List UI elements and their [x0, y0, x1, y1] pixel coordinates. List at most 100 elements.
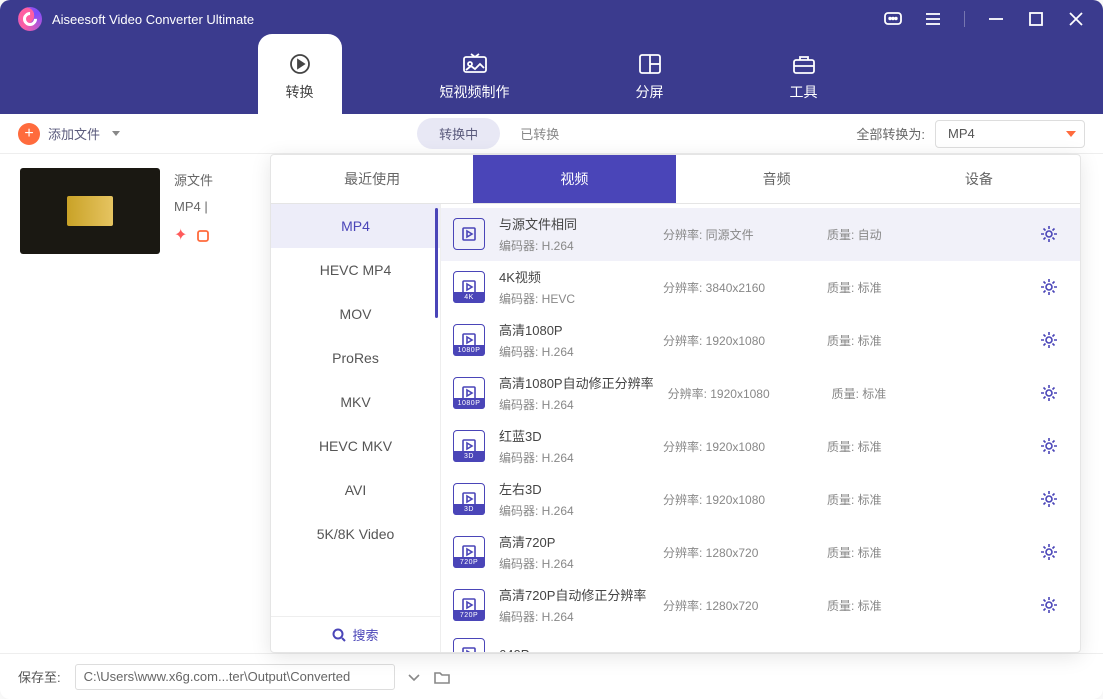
close-icon[interactable]	[1067, 10, 1085, 28]
gear-icon[interactable]	[1040, 278, 1058, 296]
format-item-hevc-mkv[interactable]: HEVC MKV	[271, 424, 440, 468]
gear-icon[interactable]	[1040, 331, 1058, 349]
preset-info: 与源文件相同编码器: H.264	[499, 214, 649, 254]
search-icon	[332, 628, 346, 642]
gear-icon[interactable]	[1040, 490, 1058, 508]
popup-tabs: 最近使用 视频 音频 设备	[271, 155, 1080, 204]
preset-row[interactable]: 1080P 高清1080P 编码器: H.264 分辨率: 1920x1080 质量: …	[441, 314, 1080, 367]
format-item-mov[interactable]: MOV	[271, 292, 440, 336]
preset-row[interactable]: 640P	[441, 632, 1080, 652]
format-item-prores[interactable]: ProRes	[271, 336, 440, 380]
preset-icon	[453, 218, 485, 250]
preset-icon: 4K	[453, 271, 485, 303]
tab-toolbox[interactable]: 工具	[762, 34, 846, 114]
tab-mv[interactable]: 短视频制作	[412, 34, 538, 114]
preset-icon: 1080P	[453, 377, 485, 409]
preset-quality: 质量: 标准	[827, 332, 917, 349]
preset-quality: 质量: 标准	[827, 491, 917, 508]
format-dropdown-value: MP4	[948, 126, 975, 141]
tab-convert[interactable]: 转换	[258, 34, 342, 114]
toolbar: + 添加文件 转换中 已转换 全部转换为: MP4	[0, 114, 1103, 154]
preset-icon: 720P	[453, 536, 485, 568]
feedback-icon[interactable]	[884, 10, 902, 28]
preset-resolution: 分辨率: 1920x1080	[663, 438, 813, 455]
preset-resolution: 分辨率: 1280x720	[663, 544, 813, 561]
preset-row[interactable]: 720P高清720P编码器: H.264分辨率: 1280x720质量: 标准	[441, 526, 1080, 579]
preset-info: 4K视频编码器: HEVC	[499, 267, 649, 307]
preset-encoder: 编码器: H.264	[499, 502, 649, 519]
preset-encoder: 编码器: H.264	[499, 343, 649, 360]
save-path-field[interactable]: C:\Users\www.x6g.com...ter\Output\Conver…	[75, 664, 395, 690]
star-icon[interactable]: ✦	[174, 220, 189, 252]
preset-row[interactable]: 4K 4K视频编码器: HEVC 分辨率: 3840x2160 质量: 标准	[441, 261, 1080, 314]
tab-collage[interactable]: 分屏	[608, 34, 692, 114]
preset-quality: 质量: 标准	[827, 279, 917, 296]
search-bar[interactable]: 搜索	[271, 616, 440, 652]
preset-resolution: 分辨率: 3840x2160	[663, 279, 813, 296]
gear-icon[interactable]	[1040, 596, 1058, 614]
chevron-down-icon	[112, 131, 120, 136]
preset-icon: 1080P	[453, 324, 485, 356]
format-list[interactable]: MP4 HEVC MP4 MOV ProRes MKV HEVC MKV AVI…	[271, 204, 440, 616]
preset-encoder: 编码器: H.264	[499, 555, 649, 572]
dropdown-icon[interactable]	[405, 668, 423, 686]
scroll-indicator	[435, 208, 438, 318]
preset-encoder: 编码器: H.264	[499, 396, 654, 413]
caret-down-icon	[1066, 131, 1076, 137]
gear-icon[interactable]	[1040, 543, 1058, 561]
convert-all-group: 全部转换为: MP4	[856, 120, 1085, 148]
minimize-icon[interactable]	[987, 10, 1005, 28]
divider	[964, 11, 965, 27]
preset-encoder: 编码器: H.264	[499, 449, 649, 466]
format-dropdown[interactable]: MP4	[935, 120, 1085, 148]
preset-icon	[453, 638, 485, 652]
file-panel: 源文件 MP4 | ✦	[0, 154, 270, 653]
preset-row[interactable]: 3D红蓝3D编码器: H.264分辨率: 1920x1080质量: 标准	[441, 420, 1080, 473]
format-item-mp4[interactable]: MP4	[271, 204, 440, 248]
format-item-5k8k[interactable]: 5K/8K Video	[271, 512, 440, 556]
gear-icon[interactable]	[1040, 384, 1058, 402]
add-files-label: 添加文件	[48, 124, 100, 143]
preset-row[interactable]: 1080P 高清1080P自动修正分辨率编码器: H.264 分辨率: 1920x1…	[441, 367, 1080, 420]
preset-list[interactable]: 与源文件相同编码器: H.264分辨率: 同源文件质量: 自动4K4K视频编码器…	[441, 204, 1080, 652]
file-meta: 源文件 MP4 | ✦	[174, 168, 213, 254]
format-item-mkv[interactable]: MKV	[271, 380, 440, 424]
preset-info: 红蓝3D 编码器: H.264	[499, 426, 649, 466]
preset-title: 红蓝3D	[499, 426, 649, 445]
preset-row[interactable]: 720P高清720P自动修正分辨率编码器: H.264分辨率: 1280x720…	[441, 579, 1080, 632]
format-item-avi[interactable]: AVI	[271, 468, 440, 512]
preset-title: 高清1080P	[499, 320, 649, 339]
preset-info: 高清720P编码器: H.264	[499, 532, 649, 572]
tab-convert-label: 转换	[286, 82, 314, 102]
folder-icon[interactable]	[433, 668, 451, 686]
gear-icon[interactable]	[1040, 437, 1058, 455]
preset-title: 4K视频	[499, 267, 649, 286]
popup-tab-video[interactable]: 视频	[473, 155, 675, 203]
popup-tab-recent[interactable]: 最近使用	[271, 155, 473, 203]
gear-icon[interactable]	[1040, 225, 1058, 243]
popup-body: MP4 HEVC MP4 MOV ProRes MKV HEVC MKV AVI…	[271, 204, 1080, 652]
menu-icon[interactable]	[924, 10, 942, 28]
preset-resolution: 分辨率: 1920x1080	[668, 385, 818, 402]
wand-icon[interactable]	[195, 228, 211, 244]
preset-title: 高清720P自动修正分辨率	[499, 585, 649, 604]
status-converted[interactable]: 已转换	[520, 124, 559, 143]
preset-row[interactable]: 3D左右3D编码器: H.264分辨率: 1920x1080质量: 标准	[441, 473, 1080, 526]
add-files-button[interactable]: + 添加文件	[18, 123, 120, 145]
preset-title: 高清1080P自动修正分辨率	[499, 373, 654, 392]
preset-resolution: 分辨率: 1920x1080	[663, 332, 813, 349]
file-card[interactable]: 源文件 MP4 | ✦	[20, 168, 270, 254]
format-popup: 最近使用 视频 音频 设备 MP4 HEVC MP4 MOV ProRes MK…	[270, 154, 1081, 653]
preset-quality: 质量: 自动	[827, 226, 917, 243]
preset-row[interactable]: 与源文件相同编码器: H.264分辨率: 同源文件质量: 自动	[441, 208, 1080, 261]
popup-tab-audio[interactable]: 音频	[676, 155, 878, 203]
popup-tab-device[interactable]: 设备	[878, 155, 1080, 203]
preset-info: 左右3D编码器: H.264	[499, 479, 649, 519]
status-toggle: 转换中 已转换	[417, 118, 559, 149]
status-converting[interactable]: 转换中	[417, 118, 500, 149]
titlebar-top: Aiseesoft Video Converter Ultimate	[0, 0, 1103, 38]
maximize-icon[interactable]	[1027, 10, 1045, 28]
plus-icon: +	[18, 123, 40, 145]
format-item-hevc-mp4[interactable]: HEVC MP4	[271, 248, 440, 292]
preset-icon: 3D	[453, 483, 485, 515]
